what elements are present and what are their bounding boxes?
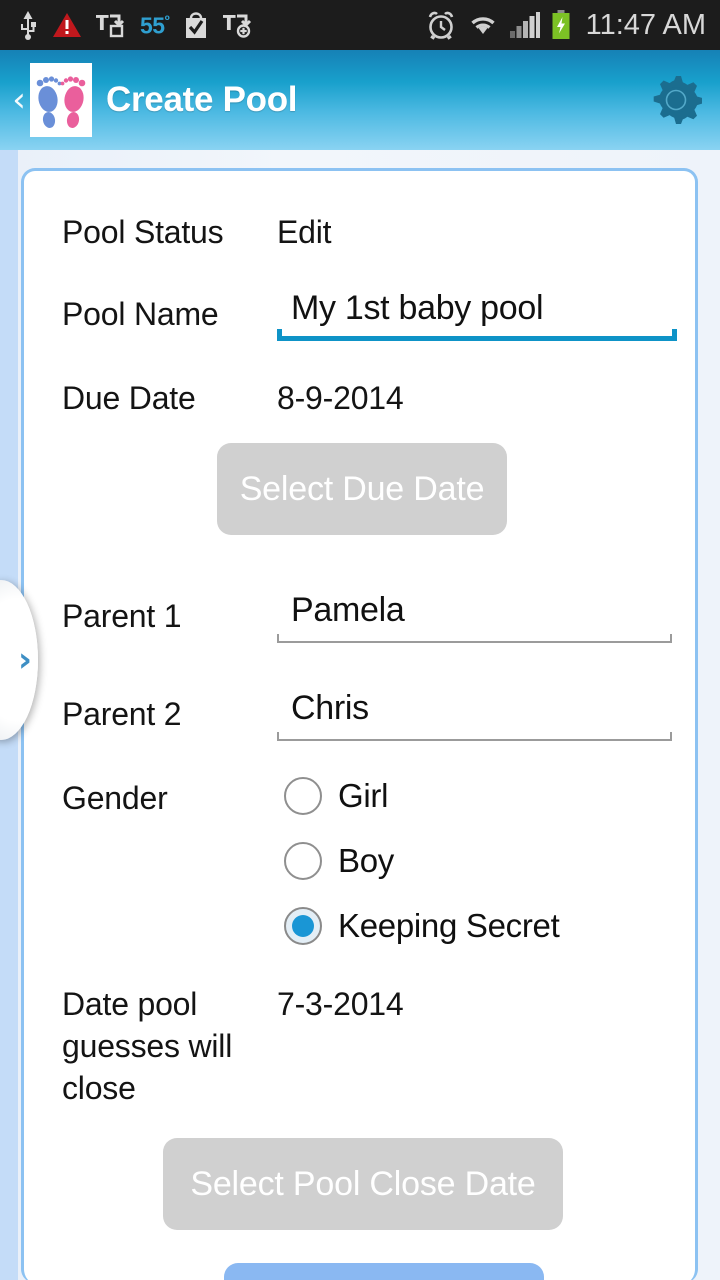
temperature-indicator: 55º (140, 11, 170, 39)
pool-name-underline (277, 329, 677, 341)
due-date-value: 8-9-2014 (277, 380, 404, 416)
pool-status-value-wrap: Edit (277, 211, 332, 253)
parent2-input[interactable]: Chris (277, 688, 677, 728)
pool-name-row: Pool Name (62, 293, 219, 335)
status-bar-right-icons: 11:47 AM (426, 9, 706, 42)
submit-button-partial[interactable] (224, 1263, 544, 1280)
warning-triangle-icon (53, 12, 81, 37)
checked-bag-icon (186, 12, 207, 38)
usb-icon (21, 11, 36, 40)
wifi-icon (470, 17, 495, 34)
parent2-label: Parent 2 (62, 696, 182, 732)
create-pool-form-card: Pool Status Edit Pool Name My 1st baby p… (21, 168, 698, 1280)
svg-text:T: T (96, 11, 109, 35)
parent2-underline (277, 732, 672, 741)
pool-status-value: Edit (277, 214, 332, 250)
gear-icon[interactable] (650, 74, 704, 126)
radio-girl-label: Girl (338, 777, 389, 814)
text-lock-icon: T (96, 11, 125, 38)
select-pool-close-date-button[interactable]: Select Pool Close Date (163, 1138, 563, 1230)
back-button[interactable]: ‹ (8, 83, 30, 117)
status-bar: T 55º T 11:47 AM (0, 0, 720, 50)
degree-symbol: º (164, 11, 170, 28)
app-header-bar: ‹ Create Pool (0, 50, 720, 150)
pool-close-value: 7-3-2014 (277, 986, 404, 1022)
parent2-row: Parent 2 (62, 693, 182, 735)
parent1-field[interactable]: Pamela (277, 590, 677, 643)
radio-girl[interactable] (284, 777, 322, 815)
parent2-field[interactable]: Chris (277, 688, 677, 741)
pool-name-label: Pool Name (62, 296, 219, 332)
pool-close-label-wrap: Date pool guesses will close (62, 983, 257, 1109)
svg-text:T: T (223, 11, 236, 35)
chevron-right-icon: › (17, 640, 32, 680)
parent1-label: Parent 1 (62, 598, 182, 634)
parent1-input[interactable]: Pamela (277, 590, 677, 630)
temperature-value: 55 (140, 12, 165, 39)
due-date-row: Due Date (62, 377, 196, 419)
gender-option-boy[interactable]: Boy (284, 841, 394, 881)
pool-status-label: Pool Status (62, 214, 224, 250)
parent1-row: Parent 1 (62, 595, 182, 637)
pool-name-input[interactable]: My 1st baby pool (277, 288, 681, 328)
status-bar-clock: 11:47 AM (585, 8, 706, 41)
pool-close-value-wrap: 7-3-2014 (277, 983, 404, 1025)
radio-keeping-secret[interactable] (284, 907, 322, 945)
signal-bars-icon (509, 12, 540, 38)
page-body: › Pool Status Edit Pool Name My 1st baby… (0, 150, 720, 1280)
gender-row: Gender (62, 777, 168, 819)
gender-option-girl[interactable]: Girl (284, 776, 388, 816)
radio-keeping-secret-label: Keeping Secret (338, 907, 560, 944)
status-bar-left-icons: T 55º T (18, 10, 253, 40)
due-date-label: Due Date (62, 380, 196, 416)
pool-status-row: Pool Status (62, 211, 224, 253)
alarm-clock-icon (428, 11, 453, 40)
gender-option-keeping-secret[interactable]: Keeping Secret (284, 906, 560, 946)
radio-boy-label: Boy (338, 842, 394, 879)
parent1-underline (277, 634, 672, 643)
pool-name-field[interactable]: My 1st baby pool (277, 288, 681, 341)
page-title: Create Pool (106, 80, 298, 119)
pool-close-label: Date pool guesses will close (62, 986, 233, 1106)
due-date-value-wrap: 8-9-2014 (277, 377, 404, 419)
gender-label: Gender (62, 780, 168, 816)
select-due-date-button[interactable]: Select Due Date (217, 443, 507, 535)
radio-boy[interactable] (284, 842, 322, 880)
baby-footprints-logo (30, 63, 92, 137)
battery-charging-icon (552, 10, 570, 39)
text-add-icon: T (223, 11, 252, 38)
